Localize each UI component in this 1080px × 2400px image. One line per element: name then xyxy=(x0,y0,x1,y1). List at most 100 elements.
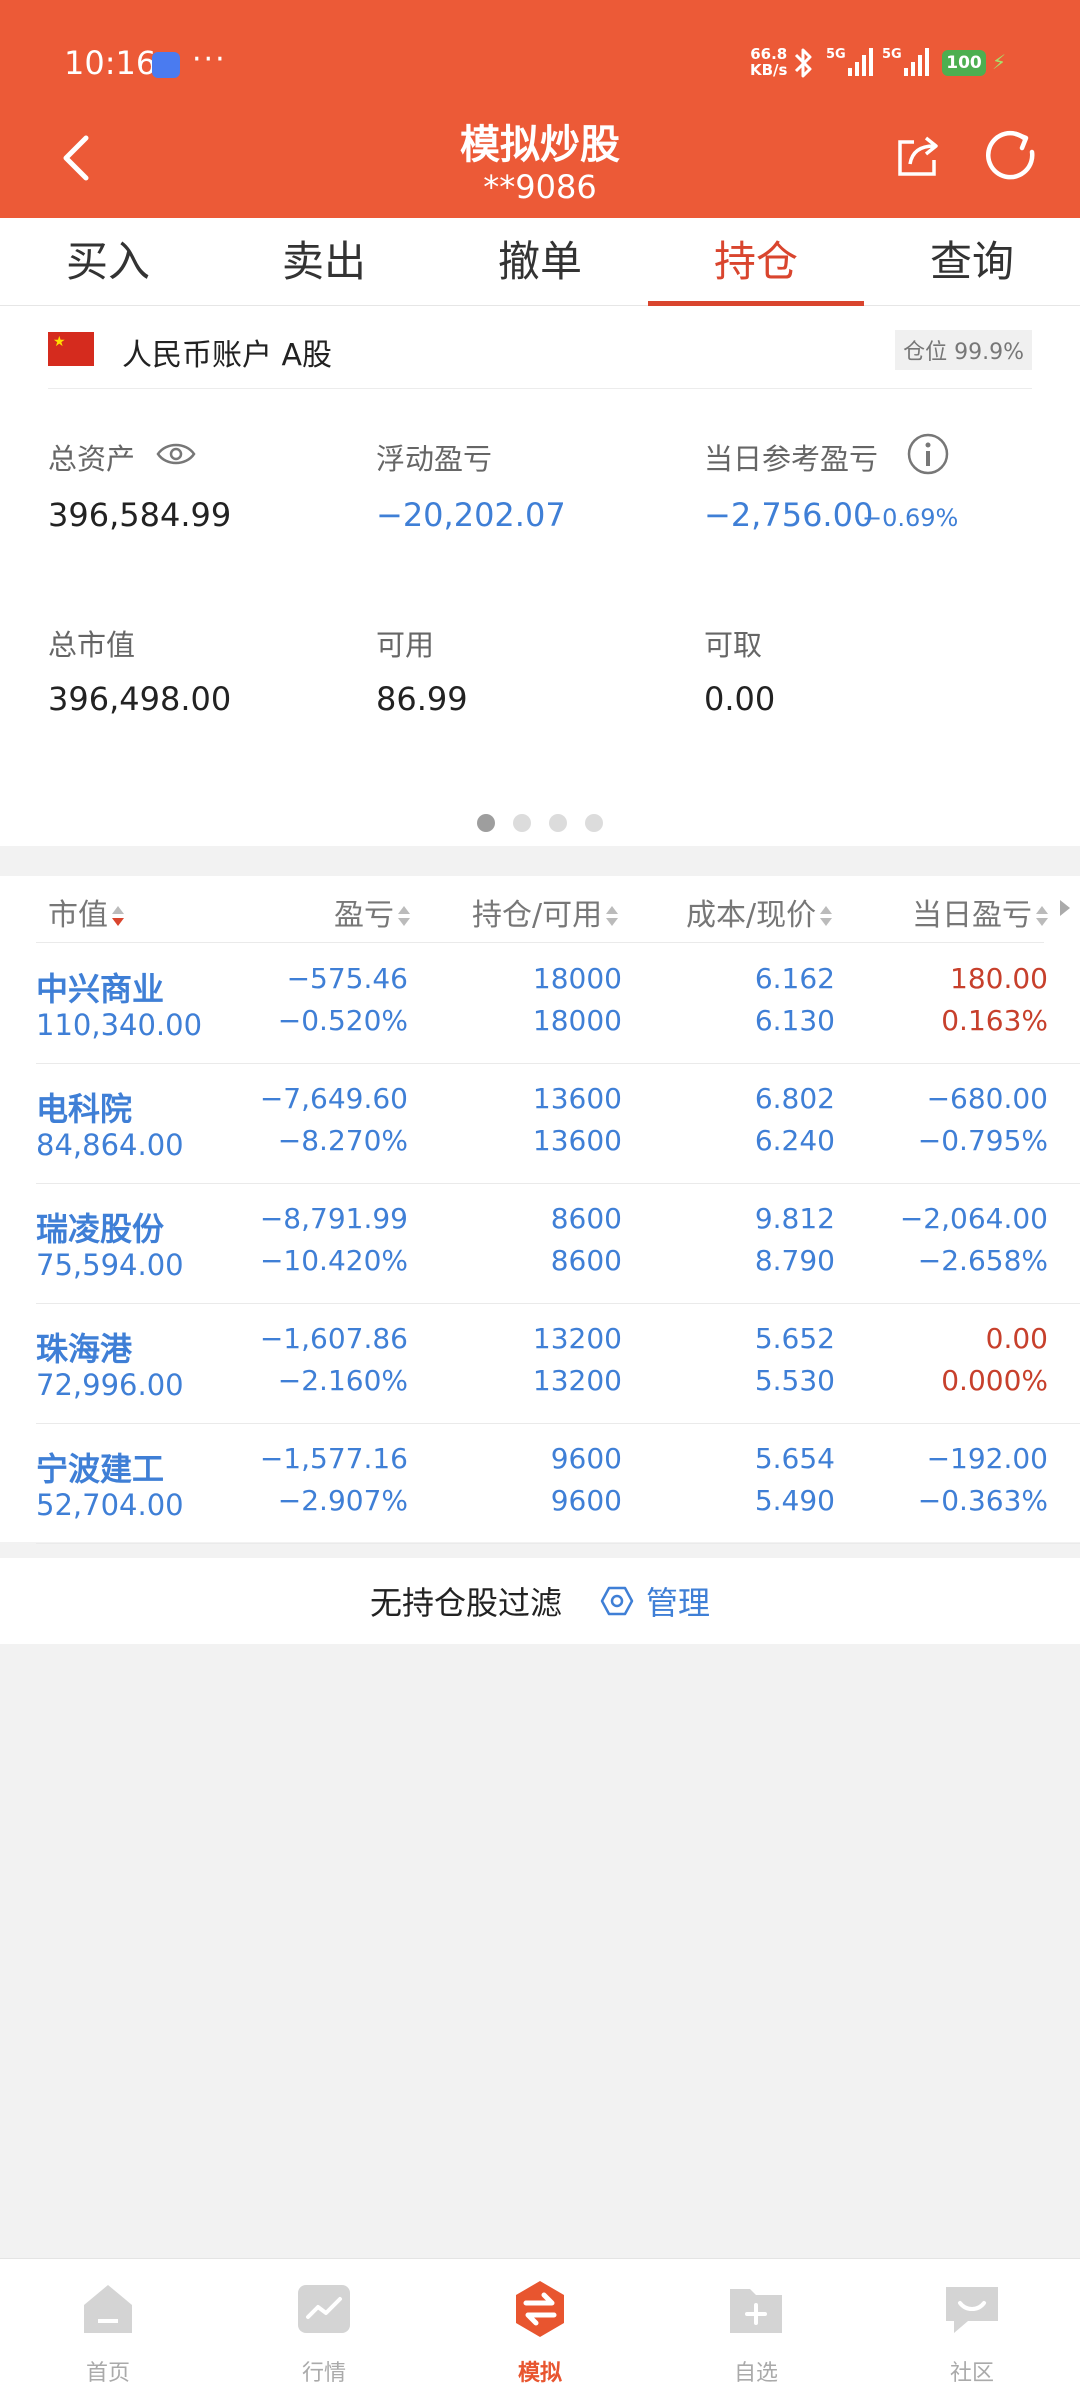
current-price: 8.790 xyxy=(754,1244,835,1277)
nav-home-label: 首页 xyxy=(85,2361,130,2386)
page-dot-3[interactable] xyxy=(549,814,567,832)
daily-ref-pl-value: −2,756.00 xyxy=(704,496,874,534)
nav-simulation[interactable]: 模拟 xyxy=(432,2259,648,2400)
tab-cancel-order[interactable]: 撤单 xyxy=(432,218,648,306)
info-icon[interactable] xyxy=(906,432,950,476)
daily-pl-percent: 0.000% xyxy=(941,1364,1048,1397)
current-price: 5.490 xyxy=(754,1484,835,1517)
table-row[interactable]: 电科院 84,864.00 −7,649.60 −8.270% 13600 13600 6.… xyxy=(0,1064,1080,1184)
pl-percent: −2.160% xyxy=(277,1364,408,1397)
stock-name: 瑞凌股份 xyxy=(36,1210,165,1248)
battery-indicator: 100 xyxy=(942,50,986,76)
table-row[interactable]: 珠海港 72,996.00 −1,607.86 −2.160% 13200 13200 5.… xyxy=(0,1304,1080,1424)
daily-pl-value: −2,064.00 xyxy=(899,1202,1048,1235)
chat-bubble-icon xyxy=(946,2287,998,2333)
nav-watchlist[interactable]: 自选 xyxy=(648,2259,864,2400)
stock-market-value: 75,594.00 xyxy=(36,1248,184,1282)
table-row[interactable]: 中兴商业 110,340.00 −575.46 −0.520% 18000 18000 6.… xyxy=(0,944,1080,1064)
position-qty: 13600 xyxy=(532,1082,622,1115)
nav-community[interactable]: 社区 xyxy=(864,2259,1080,2400)
status-bar: 10:16 ··· 66.8 KB/s 5G 5G 100 ⚡ xyxy=(0,0,1080,130)
app-header: 10:16 ··· 66.8 KB/s 5G 5G 100 ⚡ 模拟炒股 **9… xyxy=(0,0,1080,218)
signal-5g-icon-2: 5G xyxy=(882,47,929,76)
position-qty: 9600 xyxy=(550,1442,622,1475)
tab-sell[interactable]: 卖出 xyxy=(216,218,432,306)
available-funds-label: 可用 xyxy=(376,628,435,662)
nav-community-label: 社区 xyxy=(949,2361,994,2386)
pl-value: −1,577.16 xyxy=(259,1442,408,1475)
position-qty: 8600 xyxy=(550,1202,622,1235)
available-qty: 13200 xyxy=(532,1364,622,1397)
eye-icon[interactable] xyxy=(156,440,196,468)
refresh-icon[interactable] xyxy=(984,128,1040,184)
network-speed: 66.8 KB/s xyxy=(750,46,787,78)
col-market-value-label: 市值 xyxy=(48,898,108,933)
current-price: 6.130 xyxy=(754,1004,835,1037)
cost-price: 6.162 xyxy=(754,962,835,995)
nav-market[interactable]: 行情 xyxy=(216,2259,432,2400)
daily-ref-pl-label: 当日参考盈亏 xyxy=(704,442,879,476)
pl-percent: −2.907% xyxy=(277,1484,408,1517)
pl-percent: −10.420% xyxy=(259,1244,408,1277)
withdrawable-value: 0.00 xyxy=(704,680,776,718)
daily-pl-percent: −0.363% xyxy=(917,1484,1048,1517)
nav-watchlist-label: 自选 xyxy=(733,2361,778,2386)
tab-positions[interactable]: 持仓 xyxy=(648,218,864,306)
floating-pl-label: 浮动盈亏 xyxy=(376,442,493,476)
col-cost-price-label: 成本/现价 xyxy=(686,898,817,933)
pl-value: −7,649.60 xyxy=(259,1082,408,1115)
sort-icon xyxy=(820,905,833,928)
stock-name: 珠海港 xyxy=(36,1330,133,1368)
table-row[interactable]: 瑞凌股份 75,594.00 −8,791.99 −10.420% 8600 8600 9.… xyxy=(0,1184,1080,1304)
position-qty: 18000 xyxy=(532,962,622,995)
tab-buy[interactable]: 买入 xyxy=(0,218,216,306)
col-position[interactable]: 持仓/可用 xyxy=(472,890,619,934)
daily-pl-value: 180.00 xyxy=(950,962,1048,995)
page-dot-4[interactable] xyxy=(585,814,603,832)
manage-button[interactable]: 管理 xyxy=(646,1578,710,1624)
pl-percent: −8.270% xyxy=(277,1124,408,1157)
tab-query[interactable]: 查询 xyxy=(864,218,1080,306)
page-dot-1[interactable] xyxy=(477,814,495,832)
daily-pl-percent: −2.658% xyxy=(917,1244,1048,1277)
sort-icon xyxy=(606,905,619,928)
pl-percent: −0.520% xyxy=(277,1004,408,1037)
network-speed-value: 66.8 xyxy=(750,45,788,63)
simulation-exchange-icon xyxy=(516,2281,564,2337)
daily-pl-percent: −0.795% xyxy=(917,1124,1048,1157)
page-dot-2[interactable] xyxy=(513,814,531,832)
table-row[interactable]: 宁波建工 52,704.00 −1,577.16 −2.907% 9600 9600 5.6… xyxy=(0,1424,1080,1544)
sort-icon xyxy=(1036,905,1048,928)
col-pl[interactable]: 盈亏 xyxy=(334,890,410,934)
col-cost-price[interactable]: 成本/现价 xyxy=(686,890,833,934)
settings-hex-icon[interactable] xyxy=(600,1584,634,1618)
col-market-value[interactable]: 市值 xyxy=(48,890,124,934)
scroll-right-arrow-icon[interactable] xyxy=(1060,900,1070,916)
col-daily-pl[interactable]: 当日盈亏 xyxy=(912,890,1048,934)
stock-market-value: 110,340.00 xyxy=(36,1008,203,1042)
position-qty: 13200 xyxy=(532,1322,622,1355)
pl-value: −8,791.99 xyxy=(259,1202,408,1235)
daily-pl-value: −680.00 xyxy=(926,1082,1048,1115)
status-time: 10:16 xyxy=(64,44,157,82)
stock-market-value: 52,704.00 xyxy=(36,1488,184,1522)
bluetooth-icon xyxy=(794,48,812,78)
divider xyxy=(36,942,1044,943)
share-icon[interactable] xyxy=(894,132,942,180)
filter-status-text: 无持仓股过滤 xyxy=(370,1584,563,1622)
account-type-label: 人民币账户 A股 xyxy=(122,338,333,373)
row-divider xyxy=(36,1543,1080,1544)
position-ratio-badge: 仓位 99.9% xyxy=(895,330,1032,370)
total-assets-value: 396,584.99 xyxy=(48,496,232,534)
network-speed-unit: KB/s xyxy=(750,61,788,79)
stock-name: 电科院 xyxy=(36,1090,133,1128)
withdrawable-label: 可取 xyxy=(704,628,763,662)
nav-simulation-label: 模拟 xyxy=(517,2361,562,2386)
table-header: 市值 盈亏 持仓/可用 成本/现价 当日盈亏 xyxy=(0,876,1080,943)
daily-pl-percent: 0.163% xyxy=(941,1004,1048,1037)
pl-value: −1,607.86 xyxy=(259,1322,408,1355)
col-pl-label: 盈亏 xyxy=(334,898,394,933)
stock-name: 宁波建工 xyxy=(36,1450,165,1488)
stock-market-value: 84,864.00 xyxy=(36,1128,184,1162)
nav-home[interactable]: 首页 xyxy=(0,2259,216,2400)
